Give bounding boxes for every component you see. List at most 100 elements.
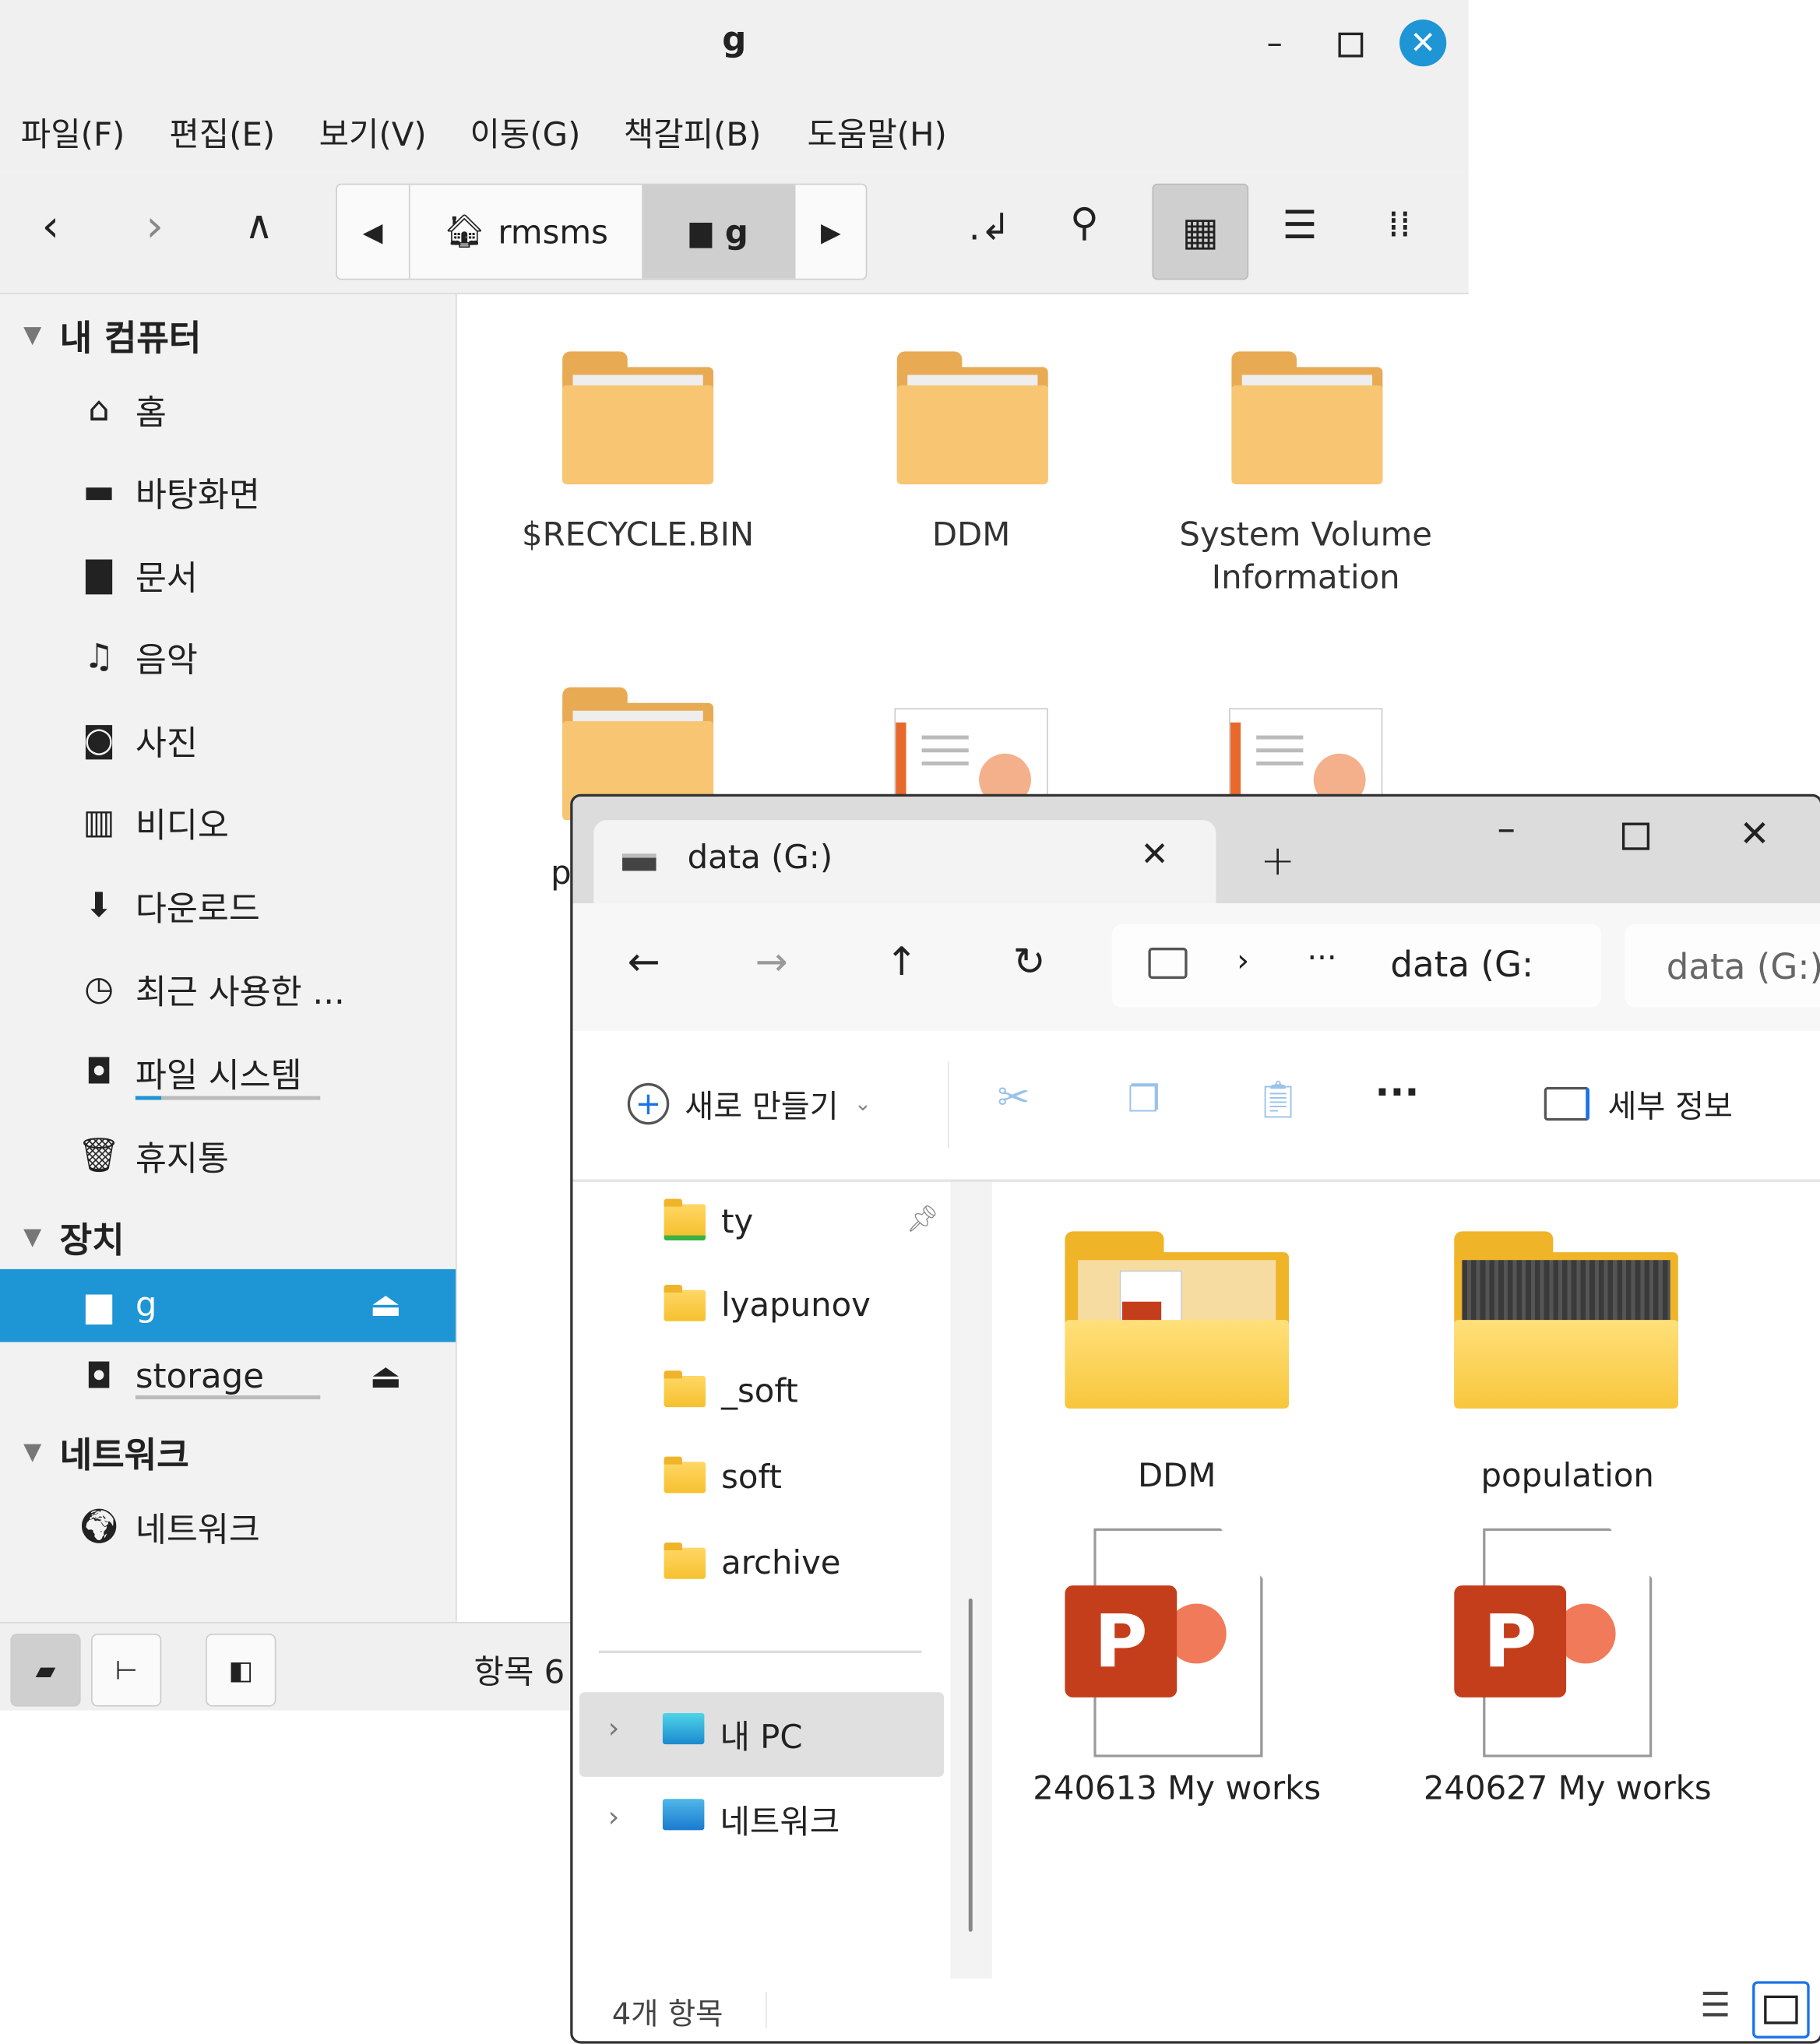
pptx-file-icon[interactable]: P: [1454, 1528, 1653, 1757]
file-label[interactable]: DDM: [1008, 1455, 1347, 1496]
sidebar-item-storage[interactable]: ◘ storage ⏏: [0, 1341, 456, 1414]
up-icon[interactable]: ∧: [245, 203, 273, 249]
search-icon[interactable]: ⚲: [1070, 200, 1099, 246]
folder-icon[interactable]: [1454, 1231, 1678, 1409]
sidebar-item-home[interactable]: ⌂ 홈: [0, 374, 456, 447]
sidebar-section-my-computer[interactable]: ▼ 내 컴퓨터: [23, 310, 201, 361]
sidebar-item-recent[interactable]: ◷ 최근 사용한 ...: [0, 953, 456, 1026]
sidebar-section-devices[interactable]: ▼ 장치: [23, 1212, 125, 1262]
path-segment-g[interactable]: ▆ g: [643, 185, 797, 279]
nav-item-archive[interactable]: archive: [664, 1542, 841, 1581]
back-icon[interactable]: ‹: [41, 200, 59, 252]
details-view-icon[interactable]: ☰: [1700, 1986, 1730, 2025]
maximize-button[interactable]: [1621, 822, 1650, 850]
sidebar-item-documents[interactable]: ▇ 문서: [0, 539, 456, 612]
close-button[interactable]: ✕: [1399, 19, 1447, 67]
folder-icon[interactable]: [1065, 1231, 1289, 1409]
drive-icon: [622, 853, 657, 871]
new-button[interactable]: + 새로 만들기 ⌄: [627, 1081, 871, 1127]
sidebar-item-videos[interactable]: ▥ 비디오: [0, 786, 456, 860]
path-scroll-right-icon[interactable]: ▶: [796, 185, 866, 278]
chevron-right-icon[interactable]: ›: [608, 1713, 620, 1746]
details-button[interactable]: 세부 정보: [1544, 1081, 1733, 1127]
eject-icon[interactable]: ⏏: [370, 1358, 402, 1397]
sidebar-item-network[interactable]: 🌍︎ 네트워크: [0, 1490, 456, 1564]
nav-item-network[interactable]: › 네트워크: [579, 1778, 944, 1863]
clock-icon: ◷: [84, 969, 114, 1009]
path-segment-home[interactable]: 🏠︎ rmsms: [410, 185, 644, 279]
file-label[interactable]: System Volume Information: [1163, 513, 1449, 599]
folder-icon[interactable]: [896, 351, 1048, 484]
list-view-icon[interactable]: ☰: [1283, 203, 1318, 249]
file-label[interactable]: p: [551, 854, 572, 892]
nav-item-soft[interactable]: soft: [664, 1455, 782, 1496]
new-tab-icon[interactable]: +: [1260, 836, 1295, 885]
menu-go[interactable]: 이동(G): [470, 109, 580, 156]
sidebar-item-pictures[interactable]: ◙ 사진: [0, 704, 456, 777]
sidebar-item-downloads[interactable]: ⬇ 다운로드: [0, 870, 456, 943]
toggle-sidebar-button[interactable]: ◧: [206, 1633, 276, 1707]
nav-item-_soft[interactable]: _soft: [664, 1370, 798, 1409]
up-icon[interactable]: ↑: [885, 940, 918, 986]
tree-button[interactable]: ⊢: [91, 1633, 162, 1707]
minimize-button[interactable]: –: [1255, 23, 1294, 62]
menu-bookmarks[interactable]: 책갈피(B): [624, 109, 762, 156]
file-label[interactable]: $RECYCLE.BIN: [495, 513, 781, 556]
copy-icon[interactable]: ❐: [1128, 1078, 1160, 1121]
folder-icon[interactable]: [562, 351, 714, 484]
file-label[interactable]: population: [1398, 1455, 1737, 1496]
file-label[interactable]: 240627 My works: [1398, 1768, 1737, 1808]
search-box[interactable]: data (G:): [1625, 923, 1820, 1008]
tab-data-g[interactable]: data (G:) ✕: [593, 820, 1216, 904]
breadcrumb-overflow[interactable]: ···: [1307, 940, 1336, 976]
refresh-icon[interactable]: ↻: [1013, 940, 1046, 986]
menu-file[interactable]: 파일(F): [21, 109, 125, 156]
address-bar[interactable]: › ··· data (G:: [1111, 923, 1602, 1008]
pin-icon[interactable]: 📌︎: [906, 1203, 939, 1234]
toggle-location-icon[interactable]: .↲: [969, 206, 1011, 248]
maximize-button[interactable]: [1338, 32, 1364, 58]
usage-bar-fill: [135, 1096, 162, 1100]
sidebar-item-music[interactable]: ♫ 음악: [0, 621, 456, 694]
menu-edit[interactable]: 편집(E): [169, 109, 275, 156]
chevron-right-icon[interactable]: ›: [1237, 942, 1249, 979]
forward-icon[interactable]: →: [755, 940, 788, 986]
nav-scrollbar[interactable]: [950, 1181, 992, 1979]
harddisk-icon: ◘: [85, 1053, 113, 1092]
paste-icon[interactable]: 📋︎: [1255, 1078, 1301, 1121]
menu-view[interactable]: 보기(V): [319, 109, 427, 156]
path-scroll-left-icon[interactable]: ◀: [337, 185, 410, 279]
cut-icon[interactable]: ✂: [998, 1075, 1030, 1121]
tab-bar: data (G:) ✕ + – ✕: [572, 797, 1820, 904]
nav-item-this-pc[interactable]: › 내 PC: [579, 1692, 944, 1777]
close-tab-icon[interactable]: ✕: [1140, 836, 1168, 874]
scrollbar-thumb[interactable]: [968, 1598, 973, 1932]
compact-view-icon[interactable]: ⁞⁞: [1388, 203, 1411, 246]
back-icon[interactable]: ←: [628, 940, 660, 986]
folder-icon[interactable]: [1231, 351, 1383, 484]
pptx-file-icon[interactable]: P: [1065, 1528, 1263, 1757]
nav-item-ty[interactable]: ty: [664, 1198, 753, 1240]
sidebar-item-trash[interactable]: 🗑︎ 휴지통: [0, 1120, 456, 1193]
sidebar-item-g[interactable]: ▆ g ⏏: [0, 1268, 456, 1342]
menu-help[interactable]: 도움말(H): [807, 109, 946, 156]
forward-icon[interactable]: ›: [146, 200, 164, 252]
chevron-right-icon[interactable]: ›: [608, 1802, 620, 1835]
minimize-button[interactable]: –: [1497, 807, 1515, 850]
sidebar-item-desktop[interactable]: ▬ 바탕화면: [0, 456, 456, 529]
file-label[interactable]: 240613 My works: [1008, 1768, 1347, 1808]
icon-view-button[interactable]: ▦: [1152, 183, 1249, 280]
places-button[interactable]: ▰: [10, 1633, 81, 1707]
more-options-icon[interactable]: ···: [1375, 1070, 1419, 1116]
tree-icon: ⊢: [114, 1654, 138, 1686]
breadcrumb-data-g[interactable]: data (G:: [1390, 945, 1533, 986]
close-button[interactable]: ✕: [1739, 812, 1769, 855]
divider: [765, 1991, 767, 2028]
eject-icon[interactable]: ⏏: [370, 1286, 402, 1325]
monitor-icon: [1148, 947, 1188, 980]
large-icons-view-button[interactable]: [1752, 1981, 1810, 2039]
sidebar-section-network[interactable]: ▼ 네트워크: [23, 1427, 189, 1477]
nav-item-lyapunov[interactable]: lyapunov: [664, 1284, 871, 1324]
search-placeholder: data (G:): [1666, 947, 1820, 988]
file-label[interactable]: DDM: [828, 513, 1114, 556]
